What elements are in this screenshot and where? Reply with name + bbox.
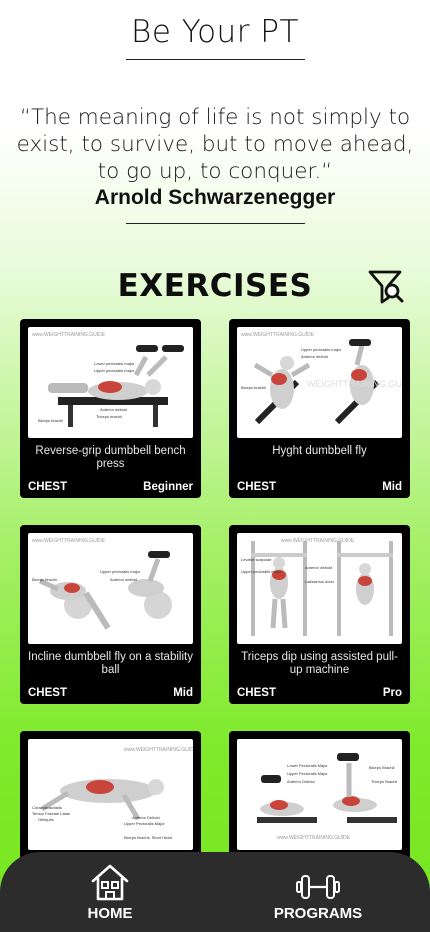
svg-text:Latissimus dorsi: Latissimus dorsi bbox=[305, 579, 334, 584]
exercise-level: Mid bbox=[382, 481, 402, 493]
svg-text:Lower Pectoralis Major: Lower Pectoralis Major bbox=[287, 763, 328, 768]
svg-text:Anterior Deltoid: Anterior Deltoid bbox=[287, 779, 315, 784]
svg-text:Upper Pectoralis Major: Upper Pectoralis Major bbox=[124, 821, 165, 826]
svg-text:Anterior deltoid: Anterior deltoid bbox=[305, 565, 332, 570]
exercise-image: www.WEIGHTTRAINING.GUIDE Coracobrachiali… bbox=[28, 739, 193, 850]
exercise-card[interactable]: www.WEIGHTTRAINING.GUIDE Upper pectorali… bbox=[229, 319, 410, 498]
nav-home-label: HOME bbox=[87, 905, 133, 922]
exercise-name: Triceps dip using assisted pull-up machi… bbox=[241, 651, 398, 676]
svg-text:Anterior deltoid: Anterior deltoid bbox=[100, 407, 127, 412]
svg-text:Biceps brachii: Biceps brachii bbox=[32, 577, 57, 582]
exercise-muscle: CHEST bbox=[237, 687, 276, 699]
quote-text: “The meaning of life is not simply to ex… bbox=[16, 105, 414, 184]
svg-text:Anterior deltoid: Anterior deltoid bbox=[110, 577, 137, 582]
svg-text:WEIGHTTRAINING.GUIDE: WEIGHTTRAINING.GUIDE bbox=[307, 379, 402, 389]
svg-text:Anterior deltoid: Anterior deltoid bbox=[301, 354, 328, 359]
dumbbell-icon bbox=[296, 875, 340, 899]
svg-text:Upper Pectoralis Major: Upper Pectoralis Major bbox=[287, 771, 328, 776]
quote-author: Arnold Schwarzenegger bbox=[94, 186, 336, 209]
svg-text:Upper pectoralis major: Upper pectoralis major bbox=[301, 347, 342, 352]
svg-text:Upper pectoralis major: Upper pectoralis major bbox=[241, 569, 282, 574]
svg-text:Levator scapulae: Levator scapulae bbox=[241, 557, 272, 562]
quote-divider bbox=[126, 223, 305, 224]
exercise-image: www.WEIGHTTRAINING.GUIDE Upper pectorali… bbox=[28, 533, 193, 644]
svg-text:Biceps Brachii: Biceps Brachii bbox=[369, 765, 394, 770]
svg-text:Lower pectoralis major: Lower pectoralis major bbox=[94, 361, 135, 366]
exercise-muscle: CHEST bbox=[28, 481, 67, 493]
home-icon bbox=[91, 864, 129, 901]
app-title: Be Your PT bbox=[131, 14, 299, 50]
nav-programs-label: PROGRAMS bbox=[273, 905, 363, 922]
exercise-level: Beginner bbox=[143, 481, 193, 493]
exercise-card[interactable]: www.WEIGHTTRAINING.GUIDE Upper pectorali… bbox=[20, 525, 201, 704]
svg-text:Upper pectoralis major: Upper pectoralis major bbox=[94, 368, 135, 373]
exercise-muscle: CHEST bbox=[237, 481, 276, 493]
svg-text:www.WEIGHTTRAINING.GUIDE: www.WEIGHTTRAINING.GUIDE bbox=[281, 538, 355, 544]
exercise-muscle: CHEST bbox=[28, 687, 67, 699]
filter-button[interactable] bbox=[366, 266, 406, 306]
exercise-image: www.WEIGHTTRAINING.GUIDE Lower pectorali… bbox=[28, 327, 193, 438]
svg-text:www.WEIGHTTRAINING.GUIDE: www.WEIGHTTRAINING.GUIDE bbox=[241, 332, 315, 338]
exercise-name: Hyght dumbbell fly bbox=[272, 445, 367, 457]
exercise-level: Mid bbox=[173, 687, 193, 699]
svg-text:Biceps Brachii, Short Head: Biceps Brachii, Short Head bbox=[124, 835, 172, 840]
exercise-image: www.WEIGHTTRAINING.GUIDE Levator scapula… bbox=[237, 533, 402, 644]
svg-text:Biceps brachii: Biceps brachii bbox=[38, 418, 63, 423]
filter-search-icon bbox=[368, 270, 404, 304]
svg-text:Anterior Deltoid: Anterior Deltoid bbox=[132, 815, 160, 820]
exercise-card[interactable]: www.WEIGHTTRAINING.GUIDE Lower pectorali… bbox=[20, 319, 201, 498]
bottom-nav: HOME PROGRAMS bbox=[0, 852, 430, 932]
exercise-level: Pro bbox=[382, 687, 402, 699]
exercise-name: Reverse-grip dumbbell bench press bbox=[35, 445, 186, 470]
svg-text:www.WEIGHTTRAINING.GUIDE: www.WEIGHTTRAINING.GUIDE bbox=[124, 747, 193, 753]
svg-text:www.WEIGHTTRAINING.GUIDE: www.WEIGHTTRAINING.GUIDE bbox=[32, 538, 106, 544]
exercise-card[interactable]: www.WEIGHTTRAINING.GUIDE Levator scapula… bbox=[229, 525, 410, 704]
svg-text:Obliques: Obliques bbox=[38, 817, 54, 822]
svg-text:www.WEIGHTTRAINING.GUIDE: www.WEIGHTTRAINING.GUIDE bbox=[32, 332, 106, 338]
svg-text:Upper pectoralis major: Upper pectoralis major bbox=[100, 569, 141, 574]
exercise-image: www.WEIGHTTRAINING.GUIDE Upper pectorali… bbox=[237, 327, 402, 438]
svg-text:Triceps brachii: Triceps brachii bbox=[96, 414, 122, 419]
svg-text:Triceps Brachii: Triceps Brachii bbox=[371, 779, 397, 784]
nav-programs[interactable]: PROGRAMS bbox=[268, 852, 368, 932]
nav-home[interactable]: HOME bbox=[60, 852, 160, 932]
exercise-image: Lower Pectoralis Major Upper Pectoralis … bbox=[237, 739, 402, 850]
svg-text:Coracobrachialis: Coracobrachialis bbox=[32, 805, 62, 810]
svg-text:www.WEIGHTTRAINING.GUIDE: www.WEIGHTTRAINING.GUIDE bbox=[277, 835, 351, 841]
svg-text:Biceps brachii: Biceps brachii bbox=[241, 385, 266, 390]
exercise-name: Incline dumbbell fly on a stability ball bbox=[28, 651, 193, 676]
svg-text:Tensor Fasciae Latae: Tensor Fasciae Latae bbox=[32, 811, 71, 816]
title-divider bbox=[126, 59, 305, 60]
